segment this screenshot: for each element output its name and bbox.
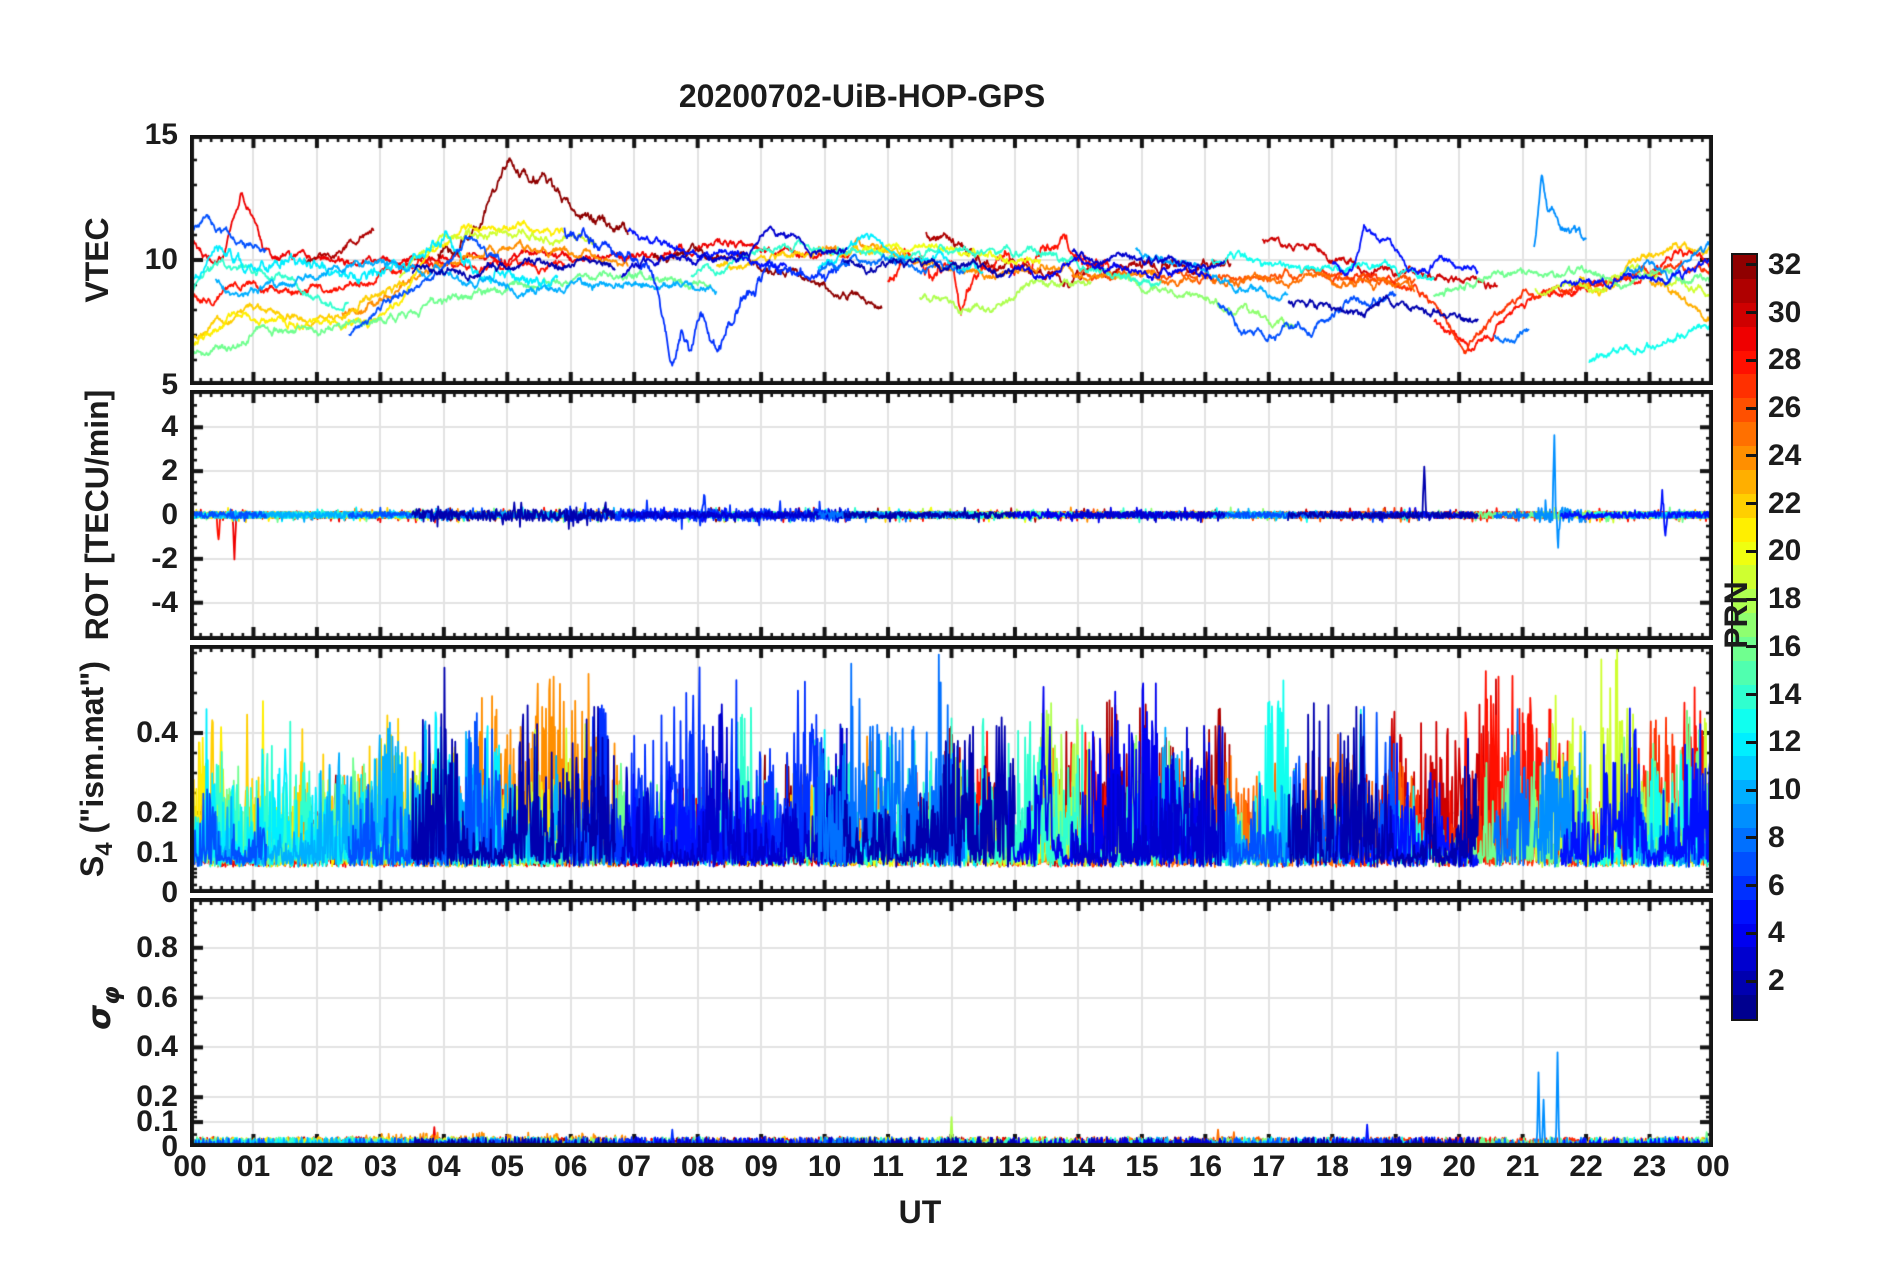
colorbar-segment-prn-8 [1733, 828, 1756, 852]
y-tick-label: 0.6 [136, 980, 178, 1014]
colorbar-segment-prn-2 [1733, 971, 1756, 996]
colorbar-segment-prn-10 [1733, 780, 1756, 805]
colorbar-segment-prn-26 [1733, 398, 1756, 423]
colorbar-tick-label: 4 [1768, 916, 1785, 950]
y-tick-label: -2 [151, 541, 178, 575]
colorbar-tick-label: 2 [1768, 964, 1785, 998]
colorbar-label: PRN [1718, 581, 1754, 649]
y-tick-label: 0.1 [136, 836, 178, 869]
colorbar-segment-prn-11 [1733, 756, 1756, 781]
rot-panel-plot [190, 390, 1713, 640]
colorbar-segment-prn-9 [1733, 804, 1756, 828]
y-tick-label: 0.4 [136, 716, 178, 749]
colorbar-tick-label: 32 [1768, 247, 1802, 281]
colorbar-segment-prn-1 [1733, 995, 1756, 1019]
colorbar-segment-prn-5 [1733, 899, 1756, 924]
colorbar-segment-prn-4 [1733, 923, 1756, 948]
x-axis-label: UT [898, 1194, 942, 1230]
colorbar-segment-prn-27 [1733, 374, 1756, 399]
colorbar-tick-label: 28 [1768, 343, 1802, 377]
y-tick-label: 0.2 [136, 1080, 178, 1114]
y-tick-label: 0.8 [136, 930, 178, 964]
colorbar-tick-label: 6 [1768, 868, 1785, 902]
colorbar-tick-mark [1746, 788, 1758, 792]
colorbar-segment-prn-3 [1733, 947, 1756, 972]
colorbar-segment-prn-12 [1733, 732, 1756, 757]
colorbar-segment-prn-7 [1733, 851, 1756, 876]
s4-panel-plot [190, 645, 1713, 893]
colorbar-tick-mark [1746, 406, 1758, 410]
colorbar-segment-prn-25 [1733, 422, 1756, 446]
colorbar-segment-prn-29 [1733, 326, 1756, 351]
colorbar-tick-label: 10 [1768, 773, 1802, 807]
colorbar-tick-label: 24 [1768, 438, 1802, 472]
colorbar-tick-mark [1746, 454, 1758, 458]
colorbar-tick-mark [1746, 931, 1758, 935]
colorbar-tick-mark [1746, 979, 1758, 983]
y-tick-label: 4 [161, 410, 178, 444]
colorbar-tick-label: 8 [1768, 820, 1785, 854]
colorbar-tick-label: 14 [1768, 677, 1802, 711]
colorbar-segment-prn-24 [1733, 446, 1756, 470]
y-tick-label: 2 [161, 454, 178, 488]
sigma-phi-panel-plot [190, 898, 1713, 1147]
colorbar-tick-mark [1746, 502, 1758, 506]
y-tick-label: -4 [151, 585, 178, 619]
colorbar-tick-label: 20 [1768, 534, 1802, 568]
colorbar-tick-mark [1746, 740, 1758, 744]
colorbar-tick-mark [1746, 311, 1758, 315]
colorbar-segment-prn-23 [1733, 469, 1756, 494]
colorbar-tick-label: 26 [1768, 391, 1802, 425]
colorbar-tick-mark [1746, 263, 1758, 267]
vtec-panel-plot [190, 135, 1713, 385]
colorbar-segment-prn-6 [1733, 875, 1756, 900]
y-tick-label: 0.4 [136, 1030, 178, 1064]
colorbar-tick-label: 16 [1768, 629, 1802, 663]
colorbar-segment-prn-28 [1733, 350, 1756, 375]
y-tick-label: 0 [161, 876, 178, 909]
colorbar-tick-label: 18 [1768, 582, 1802, 616]
colorbar-tick-label: 12 [1768, 725, 1802, 759]
y-tick-label: 0 [161, 498, 178, 531]
colorbar-segment-prn-32 [1733, 255, 1756, 279]
y-tick-label: 5 [161, 368, 178, 401]
y-tick-label: 10 [144, 243, 178, 276]
colorbar-tick-label: 30 [1768, 295, 1802, 329]
colorbar-segment-prn-30 [1733, 302, 1756, 327]
colorbar-tick-mark [1746, 358, 1758, 362]
colorbar-tick-label: 22 [1768, 486, 1802, 520]
y-tick-label: 15 [144, 118, 178, 151]
y-tick-label: 0.2 [136, 796, 178, 829]
chart-title: 20200702-UiB-HOP-GPS [678, 78, 1046, 114]
colorbar-segment-prn-31 [1733, 278, 1756, 303]
x-tick-label: 00 [1696, 1150, 1730, 1183]
colorbar-tick-mark [1746, 836, 1758, 840]
colorbar-tick-mark [1746, 884, 1758, 888]
